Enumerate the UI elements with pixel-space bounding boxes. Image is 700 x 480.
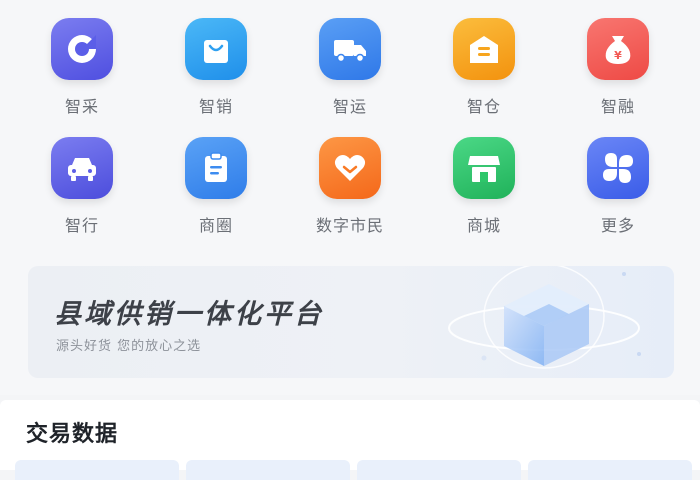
service-panel: 智采 智销 智运 智仓 ¥ 智融 智行 商圈 数字市民 商城 更多 县域供销一体…: [0, 0, 700, 395]
banner-subtitle: 源头好货 您的放心之选: [56, 339, 202, 354]
service-label: 智行: [64, 216, 99, 235]
trade-card[interactable]: [186, 460, 350, 480]
trade-card[interactable]: [357, 460, 521, 480]
zhiyun-tile[interactable]: [319, 18, 381, 80]
service-grid: 智采 智销 智运 智仓 ¥ 智融 智行 商圈 数字市民 商城 更多: [15, 18, 685, 256]
money-bag-icon: ¥: [605, 36, 631, 64]
zhixiao-tile[interactable]: [185, 18, 247, 80]
shangcheng-tile[interactable]: [453, 137, 515, 199]
zhirong-tile[interactable]: ¥: [587, 18, 649, 80]
svg-text:¥: ¥: [614, 49, 622, 62]
four-leaf-icon: [603, 153, 633, 183]
truck-icon: [334, 40, 366, 63]
zhicai-tile[interactable]: [51, 18, 113, 80]
service-shangcheng[interactable]: 商城: [417, 137, 551, 256]
zhicang-tile[interactable]: [453, 18, 515, 80]
service-zhicang[interactable]: 智仓: [417, 18, 551, 137]
service-shimin[interactable]: 数字市民: [283, 137, 417, 256]
service-label: 智融: [600, 97, 635, 116]
trade-data-section: 交易数据: [0, 400, 700, 480]
service-shangquan[interactable]: 商圈: [149, 137, 283, 256]
warehouse-icon: [470, 36, 498, 63]
more-tile[interactable]: [587, 137, 649, 199]
trade-card[interactable]: [528, 460, 692, 480]
shimin-tile[interactable]: [319, 137, 381, 199]
service-zhicai[interactable]: 智采: [15, 18, 149, 137]
service-zhixiao[interactable]: 智销: [149, 18, 283, 137]
service-row-1: 智采 智销 智运 智仓 ¥ 智融: [15, 18, 685, 137]
zhixing-tile[interactable]: [51, 137, 113, 199]
service-label: 更多: [600, 216, 635, 235]
trade-data-title: 交易数据: [26, 422, 119, 447]
service-zhixing[interactable]: 智行: [15, 137, 149, 256]
service-more[interactable]: 更多: [551, 137, 685, 256]
cube-illustration: [448, 266, 641, 369]
service-row-2: 智行 商圈 数字市民 商城 更多: [15, 137, 685, 256]
service-label: 智运: [332, 97, 367, 116]
zhicai-icon: [68, 35, 96, 63]
platform-banner[interactable]: 县域供销一体化平台 源头好货 您的放心之选: [28, 266, 674, 378]
service-label: 智采: [64, 97, 99, 116]
service-label: 智仓: [466, 97, 501, 116]
storefront-icon: [468, 156, 500, 182]
heart-icon: [334, 155, 366, 181]
service-label: 数字市民: [315, 216, 384, 235]
banner-title: 县域供销一体化平台: [54, 299, 324, 330]
service-zhiyun[interactable]: 智运: [283, 18, 417, 137]
service-zhirong[interactable]: ¥ 智融: [551, 18, 685, 137]
shangquan-tile[interactable]: [185, 137, 247, 199]
service-label: 智销: [198, 97, 233, 116]
service-label: 商圈: [198, 216, 233, 235]
shopping-bag-icon: [204, 40, 228, 63]
trade-cards: [15, 460, 692, 480]
clipboard-icon: [205, 152, 227, 182]
service-label: 商城: [466, 216, 501, 235]
car-icon: [68, 158, 96, 181]
trade-card[interactable]: [15, 460, 179, 480]
